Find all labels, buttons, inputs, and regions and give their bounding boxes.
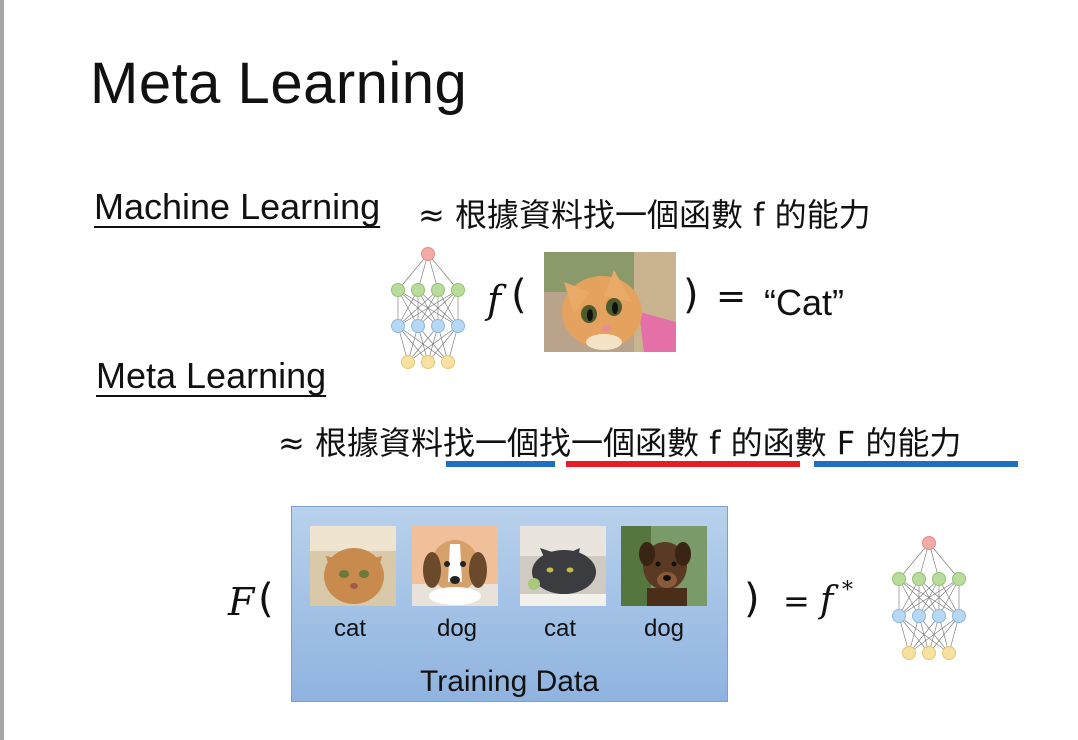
meta-def-approx: ≈	[278, 424, 305, 462]
ml-definition: ≈ 根據資料找一個函數 f 的能力	[418, 196, 871, 234]
neural-network-icon	[391, 247, 465, 369]
training-data-caption: Training Data	[420, 665, 599, 698]
function-f-symbol: f	[487, 278, 502, 322]
open-paren: (	[511, 272, 527, 318]
underline-blue-2	[814, 461, 1018, 467]
f-star-symbol: f	[820, 580, 834, 621]
training-dog-image-2	[621, 526, 707, 606]
training-label-2: dog	[436, 615, 478, 642]
f-star-superscript: *	[842, 578, 853, 603]
training-cat-image-1	[310, 526, 396, 606]
training-label-1: cat	[333, 615, 366, 642]
training-data-box: cat dog cat dog Training Data	[291, 506, 728, 702]
bottom-open-paren: (	[258, 576, 274, 622]
training-dog-image-1	[412, 526, 498, 606]
meta-def-part-3: 函數 F 的能力	[762, 424, 962, 462]
slide-title: Meta Learning	[90, 51, 468, 116]
training-label-4: dog	[643, 615, 685, 642]
training-cat-image-2	[520, 526, 606, 606]
underline-blue-1	[446, 461, 555, 467]
close-paren: )	[683, 272, 699, 318]
meta-def-part-1: 根據資料找一個	[314, 424, 539, 462]
training-label-3: cat	[543, 615, 576, 642]
underline-red	[566, 461, 800, 467]
equals-sign: =	[716, 276, 747, 317]
slide-left-border	[0, 0, 4, 740]
bottom-close-paren: )	[744, 576, 760, 622]
neural-network-output-icon	[892, 536, 966, 660]
cat-input-image	[544, 252, 676, 352]
output-label: “Cat”	[764, 282, 844, 323]
meta-def-part-2: 找一個函數 f 的	[539, 424, 763, 462]
meta-definition: ≈ 根據資料找一個找一個函數 f 的函數 F 的能力	[278, 418, 961, 464]
ml-heading: Machine Learning	[94, 186, 381, 227]
function-F-symbol: F	[228, 580, 255, 624]
meta-heading: Meta Learning	[96, 355, 327, 396]
bottom-equals-sign: =	[783, 582, 810, 620]
